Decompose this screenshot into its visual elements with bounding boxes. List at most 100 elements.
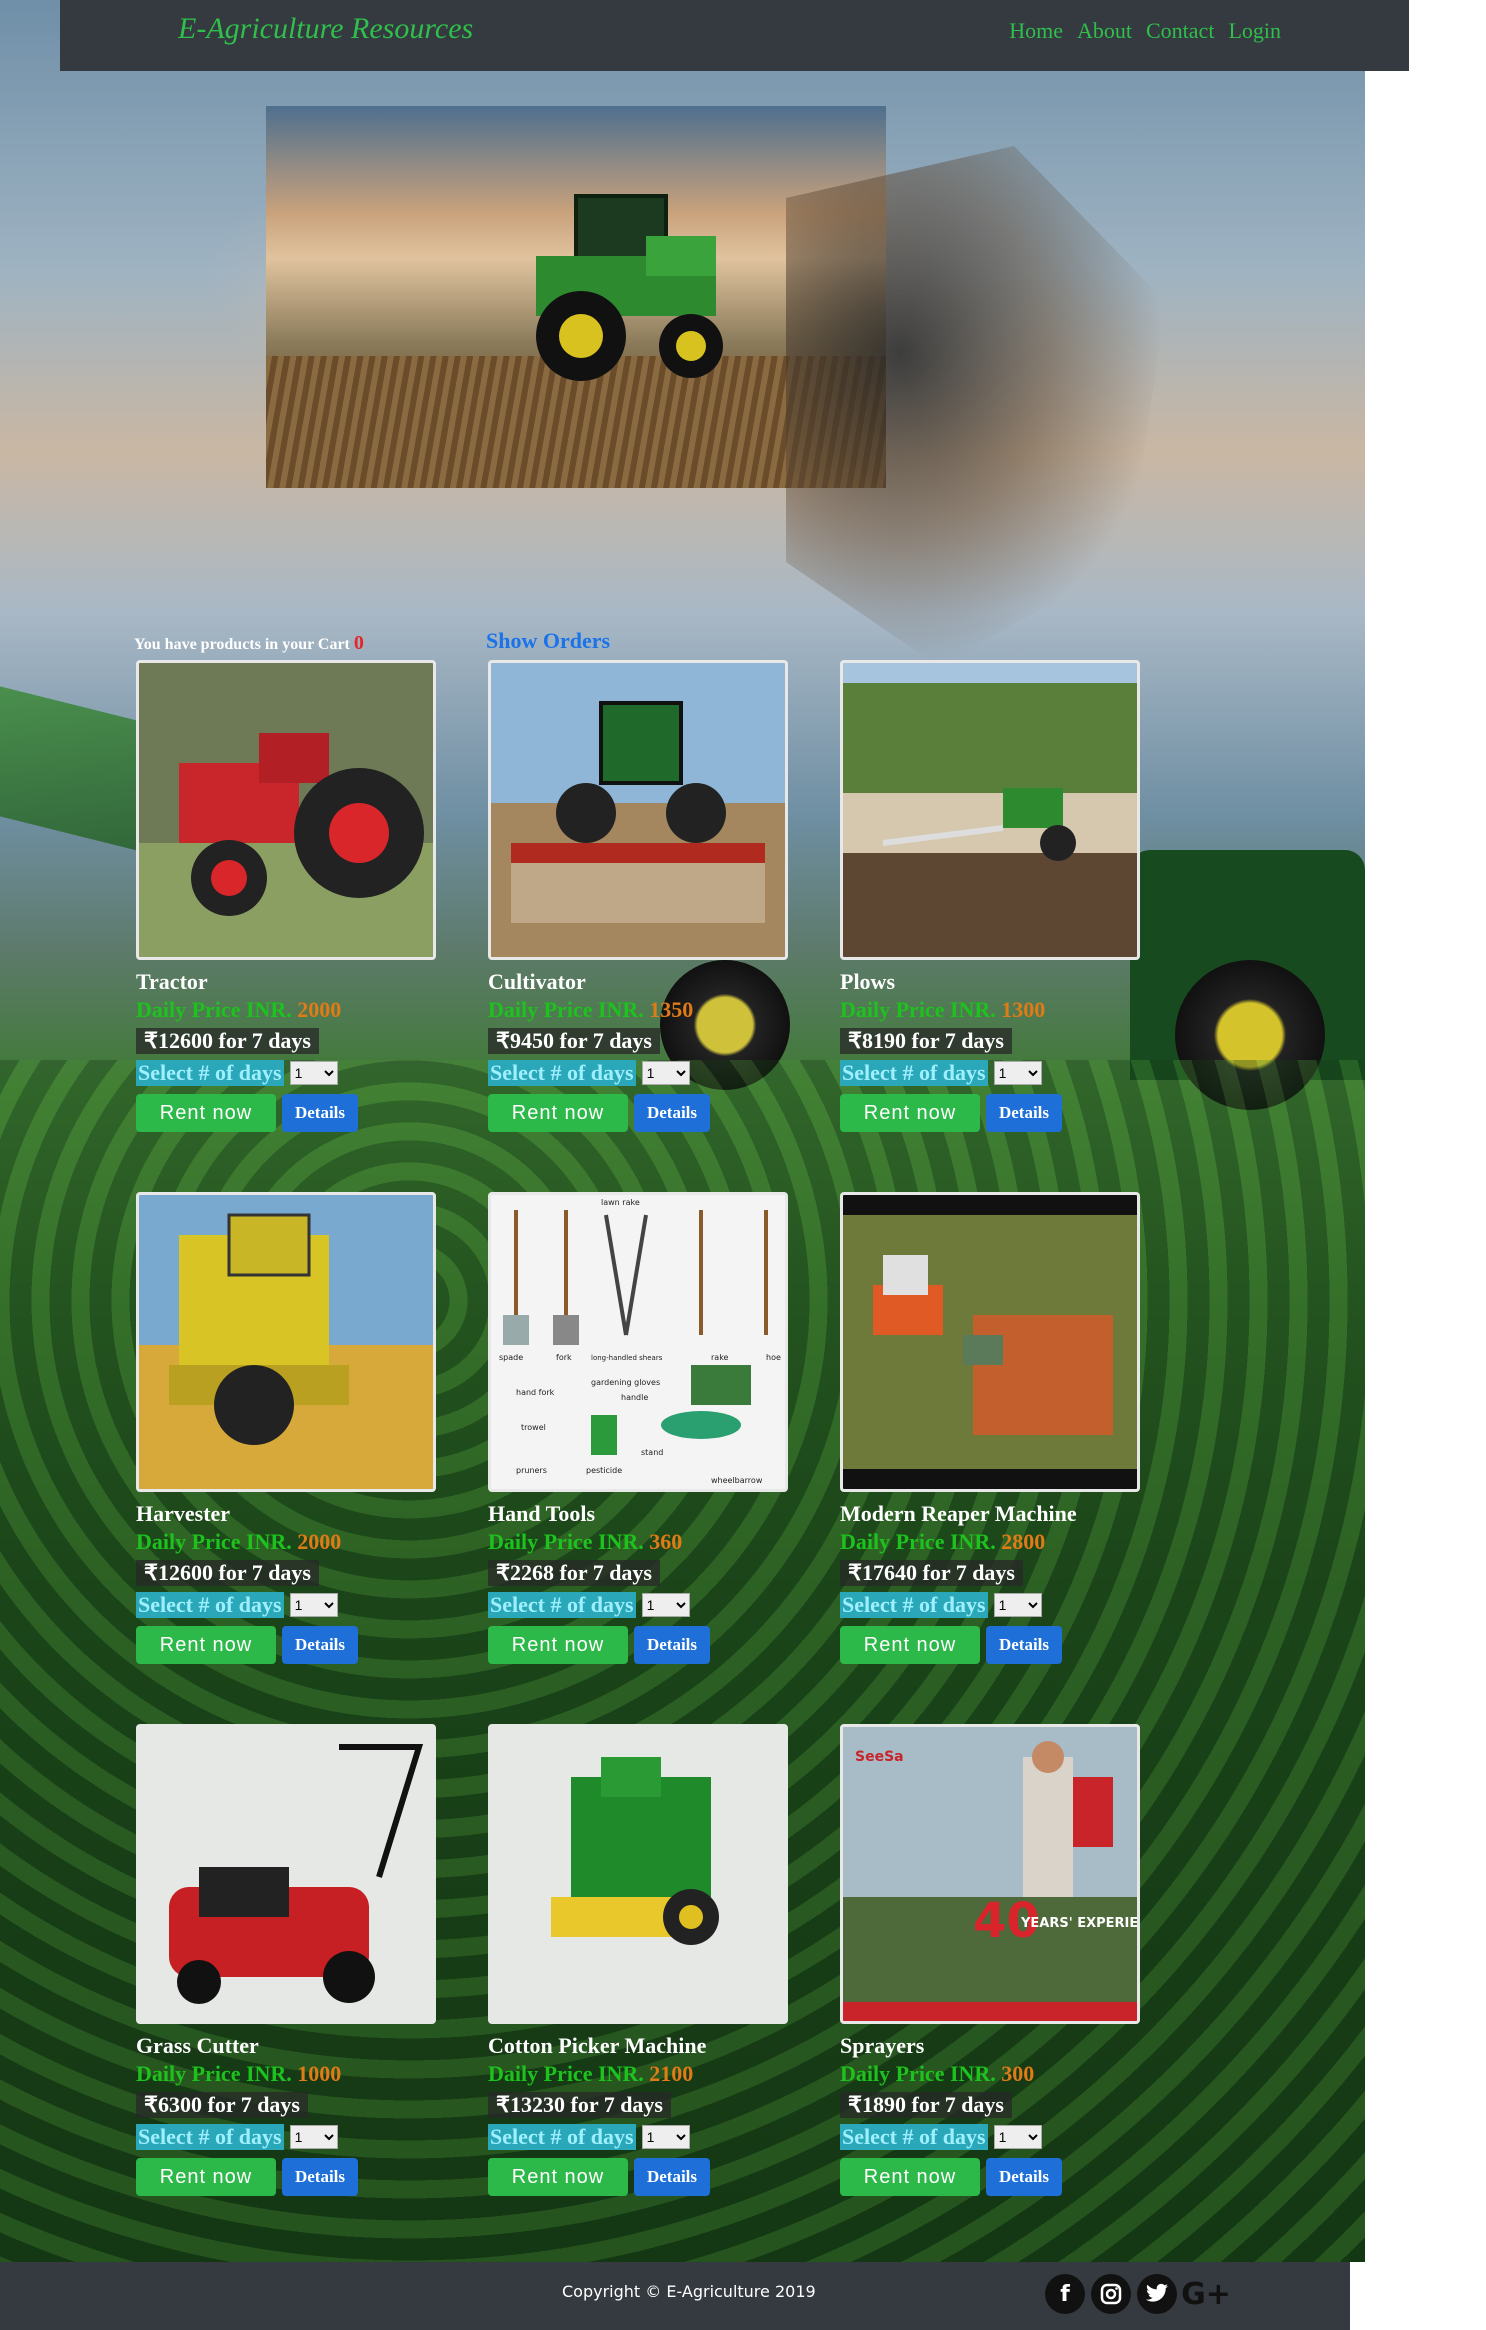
tool-label: wheelbarrow (711, 1476, 763, 1485)
product-name: Modern Reaper Machine (840, 1501, 1077, 1526)
rent-now-button[interactable]: Rent now (840, 1626, 980, 1664)
tool-label: pruners (516, 1466, 547, 1475)
product-image[interactable]: lawn rake spade fork long-handled shears… (488, 1192, 788, 1492)
instagram-icon[interactable] (1091, 2274, 1131, 2314)
product-total: ₹8190 for 7 days (840, 1028, 1012, 1054)
days-select[interactable]: 1 (993, 1593, 1042, 1617)
product-image[interactable] (136, 1192, 436, 1492)
details-button[interactable]: Details (986, 1626, 1062, 1664)
product-daily-price: Daily Price INR. 2000 (136, 1528, 436, 1556)
product-name: Cotton Picker Machine (488, 2033, 707, 2058)
days-selector: Select # of days 1 (136, 2124, 436, 2150)
details-button[interactable]: Details (986, 1094, 1062, 1132)
nav-home-link[interactable]: Home (1009, 18, 1063, 44)
details-button[interactable]: Details (282, 1094, 358, 1132)
product-card: SeeSa 40 YEARS' EXPERIENCE Sprayers Dail… (840, 1724, 1140, 2196)
product-name: Grass Cutter (136, 2033, 259, 2058)
rent-now-button[interactable]: Rent now (136, 1094, 276, 1132)
rent-now-button[interactable]: Rent now (136, 1626, 276, 1664)
details-button[interactable]: Details (282, 1626, 358, 1664)
product-image[interactable] (840, 1192, 1140, 1492)
price-value: 2000 (297, 1529, 342, 1554)
cart-count: 0 (353, 632, 364, 654)
google-plus-icon[interactable]: G+ (1181, 2274, 1231, 2314)
days-label: Select # of days (488, 1060, 636, 1086)
page-margin (1365, 70, 1486, 2270)
rent-now-button[interactable]: Rent now (488, 2158, 628, 2196)
days-label: Select # of days (488, 1592, 636, 1618)
details-button[interactable]: Details (282, 2158, 358, 2196)
tool-label: gardening gloves (591, 1378, 660, 1387)
facebook-icon[interactable]: f (1045, 2274, 1085, 2314)
days-label: Select # of days (136, 1592, 284, 1618)
card-actions: Rent now Details (840, 2158, 1140, 2196)
price-value: 360 (649, 1529, 683, 1554)
rent-now-button[interactable]: Rent now (136, 2158, 276, 2196)
nav-about-link[interactable]: About (1077, 18, 1132, 44)
days-select[interactable]: 1 (641, 1593, 690, 1617)
product-image[interactable] (488, 660, 788, 960)
days-select[interactable]: 1 (289, 2125, 338, 2149)
days-select[interactable]: 1 (641, 1061, 690, 1085)
days-select[interactable]: 1 (641, 2125, 690, 2149)
product-daily-price: Daily Price INR. 2100 (488, 2060, 788, 2088)
days-selector: Select # of days 1 (488, 1060, 788, 1086)
days-selector: Select # of days 1 (488, 2124, 788, 2150)
rent-now-button[interactable]: Rent now (488, 1626, 628, 1664)
price-label: Daily Price INR. (488, 2061, 644, 2086)
brand-logo[interactable]: E-Agriculture Resources (178, 12, 473, 46)
product-daily-price: Daily Price INR. 1300 (840, 996, 1140, 1024)
product-total: ₹13230 for 7 days (488, 2092, 671, 2118)
product-card: Cotton Picker Machine Daily Price INR. 2… (488, 1724, 788, 2196)
show-orders-link[interactable]: Show Orders (486, 628, 610, 654)
rent-now-button[interactable]: Rent now (488, 1094, 628, 1132)
twitter-icon[interactable] (1137, 2274, 1177, 2314)
product-image[interactable] (840, 660, 1140, 960)
days-select[interactable]: 1 (993, 2125, 1042, 2149)
tool-label: trowel (521, 1423, 546, 1432)
cart-label: You have products in your Cart (134, 636, 350, 653)
details-button[interactable]: Details (634, 2158, 710, 2196)
days-select[interactable]: 1 (993, 1061, 1042, 1085)
price-value: 1000 (297, 2061, 342, 2086)
product-image[interactable] (488, 1724, 788, 2024)
tool-label: hand fork (516, 1388, 555, 1397)
nav-contact-link[interactable]: Contact (1146, 18, 1214, 44)
tool-label: hoe (766, 1353, 781, 1362)
sprayer-brand-logo: SeeSa (855, 1749, 904, 1765)
price-label: Daily Price INR. (488, 997, 644, 1022)
product-daily-price: Daily Price INR. 300 (840, 2060, 1140, 2088)
card-actions: Rent now Details (136, 2158, 436, 2196)
price-value: 1300 (1001, 997, 1046, 1022)
days-select[interactable]: 1 (289, 1593, 338, 1617)
product-total: ₹2268 for 7 days (488, 1560, 660, 1586)
tool-label: lawn rake (601, 1198, 640, 1207)
rent-now-button[interactable]: Rent now (840, 1094, 980, 1132)
product-image[interactable] (136, 660, 436, 960)
product-name: Hand Tools (488, 1501, 596, 1526)
footer: Copyright © E-Agriculture 2019 f G+ (0, 2262, 1350, 2330)
rent-now-button[interactable]: Rent now (840, 2158, 980, 2196)
navbar: E-Agriculture Resources Home About Conta… (60, 0, 1409, 71)
price-value: 300 (1001, 2061, 1035, 2086)
details-button[interactable]: Details (634, 1626, 710, 1664)
tool-label: long-handled shears (591, 1354, 663, 1362)
product-image[interactable] (136, 1724, 436, 2024)
nav-login-link[interactable]: Login (1228, 18, 1281, 44)
price-value: 2000 (297, 997, 342, 1022)
card-actions: Rent now Details (840, 1626, 1140, 1664)
poster-tagline: YEARS' EXPERIENCE (1020, 1916, 1137, 1931)
tool-label: pesticide (586, 1466, 622, 1475)
product-image[interactable]: SeeSa 40 YEARS' EXPERIENCE (840, 1724, 1140, 2024)
price-value: 1350 (649, 997, 694, 1022)
product-name: Plows (840, 969, 895, 994)
days-select[interactable]: 1 (289, 1061, 338, 1085)
days-label: Select # of days (840, 2124, 988, 2150)
days-selector: Select # of days 1 (840, 2124, 1140, 2150)
details-button[interactable]: Details (986, 2158, 1062, 2196)
details-button[interactable]: Details (634, 1094, 710, 1132)
product-name: Tractor (136, 969, 208, 994)
days-label: Select # of days (488, 2124, 636, 2150)
tool-label: spade (499, 1353, 523, 1362)
days-selector: Select # of days 1 (488, 1592, 788, 1618)
